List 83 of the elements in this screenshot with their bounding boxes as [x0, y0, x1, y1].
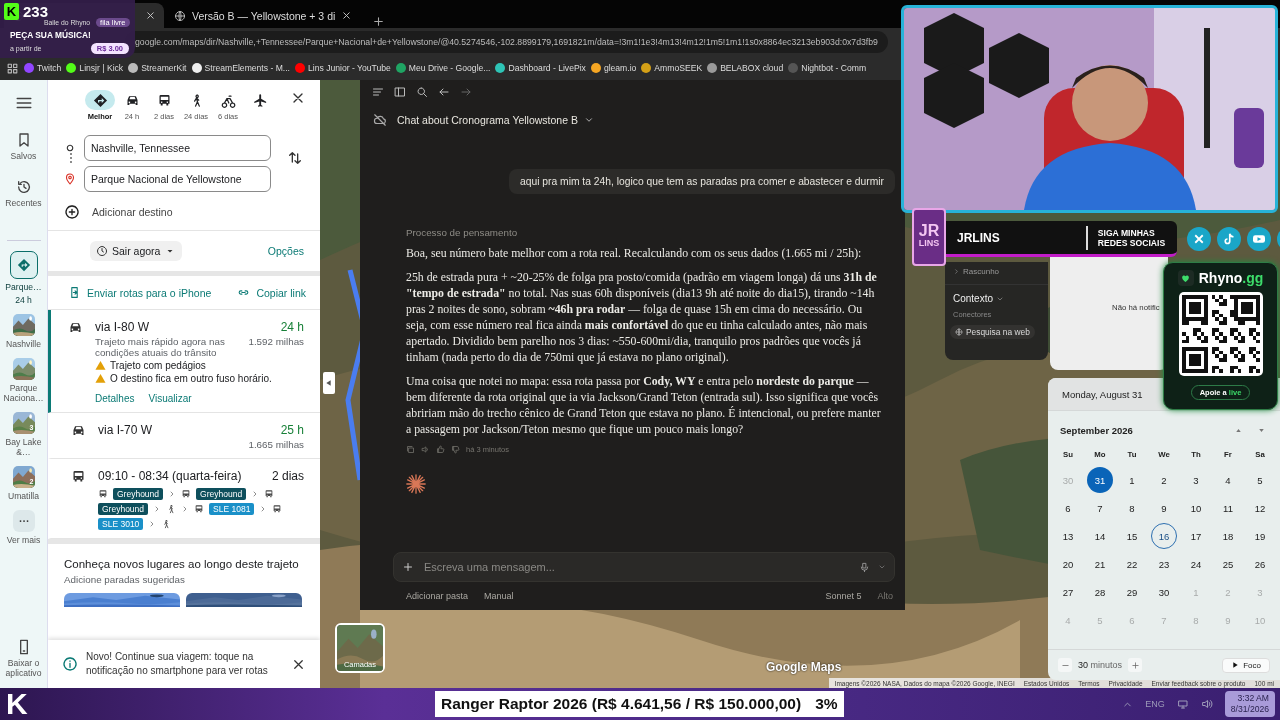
viewer-count: 233	[23, 3, 49, 20]
bookmark[interactable]: StreamElements - M...	[191, 63, 290, 73]
transit-line-badge: Greyhound	[113, 488, 164, 500]
new-tab-icon[interactable]	[372, 15, 386, 28]
browser-tab[interactable]: Versão B — Yellowstone + 3 di	[166, 3, 361, 28]
bookmark[interactable]: Meu Drive - Google...	[395, 63, 491, 73]
clock-button[interactable]: 3:32 AM 8/31/2026	[1224, 691, 1275, 717]
download-app-button[interactable]: Baixar o aplicativo	[0, 639, 47, 678]
close-icon[interactable]	[145, 10, 156, 21]
transit-line-badge: SLE 3010	[98, 518, 144, 530]
recent-trip[interactable]: Parque… 24 h	[0, 251, 47, 305]
route-description: Trajeto mais rápido agora nas condições atuais do trânsito	[95, 336, 226, 358]
section-subtitle: Adicione paradas sugeridas	[64, 574, 186, 585]
warning-text: O destino fica em outro fuso horário.	[110, 373, 272, 384]
route-title: 09:10 - 08:34 (quarta-feira)	[98, 469, 242, 483]
directions-icon	[16, 258, 31, 272]
route-duration: 2 dias	[271, 469, 304, 483]
airplane-icon	[252, 92, 268, 108]
add-icon	[64, 204, 80, 220]
bookmark[interactable]: Lins Junior - YouTube	[295, 63, 391, 73]
route-link[interactable]: Detalhes	[95, 393, 135, 404]
kick-logo: K	[4, 3, 19, 20]
info-icon	[62, 656, 78, 672]
send-to-phone-link[interactable]: Enviar rotas para o iPhone	[68, 286, 212, 299]
bookmark[interactable]: gleam.io	[590, 63, 637, 73]
origin-field[interactable]: Nashville, Tennessee	[84, 135, 271, 161]
transit-line-badge: Greyhound	[196, 488, 247, 500]
history-icon	[15, 179, 32, 195]
options-link[interactable]: Opções	[267, 245, 304, 257]
warning-icon	[95, 373, 106, 384]
section-title: Conheça novos lugares ao longo deste trajeto	[64, 558, 300, 570]
language-indicator[interactable]: ENG	[1145, 699, 1165, 709]
network-icon[interactable]	[1176, 698, 1189, 710]
transit-line-badge: Greyhound	[98, 503, 149, 515]
origin-icon	[64, 142, 76, 154]
destination-pin-icon	[64, 173, 76, 185]
bookmark[interactable]: BELABOX cloud	[707, 63, 784, 73]
close-icon[interactable]	[341, 10, 353, 21]
bookmark[interactable]: Twitch	[24, 63, 62, 73]
bus-icon	[98, 489, 108, 499]
depart-time-button[interactable]: Sair agora	[90, 241, 183, 261]
bus-icon	[71, 469, 86, 484]
recent-trip[interactable]: Parque Naciona…	[0, 358, 47, 403]
bicycle-icon	[220, 92, 236, 108]
apps-icon[interactable]	[6, 61, 19, 75]
volume-icon[interactable]	[1200, 698, 1213, 710]
destination-field[interactable]: Parque Nacional de Yellowstone	[84, 166, 271, 192]
route-duration: 25 h	[280, 423, 304, 437]
swap-icon[interactable]	[287, 150, 303, 166]
bookmark[interactable]: Nightbot - Comm	[788, 63, 867, 73]
bus-icon	[181, 489, 192, 499]
bookmark[interactable]: Dashboard - LivePix	[495, 63, 586, 73]
more-button[interactable]: Ver mais	[0, 510, 47, 545]
widget-headline: PEÇA SUA MÚSICA!	[9, 30, 92, 40]
phone-icon	[68, 286, 81, 299]
bus-icon	[194, 504, 205, 514]
car-icon	[68, 320, 83, 335]
bookmark[interactable]: Linsjr | Kick	[66, 63, 124, 73]
car-icon	[71, 423, 86, 438]
directions-icon	[92, 92, 108, 108]
goal-percent: 3%	[815, 695, 838, 713]
goal-title: Ranger Raptor 2026 (R$ 4.641,56 / R$ 150.000,00)	[441, 695, 802, 713]
transit-line-badge: SLE 1081	[209, 503, 255, 515]
recent-trip[interactable]: Nashville	[0, 314, 47, 349]
add-destination-button[interactable]: Adicionar destino	[92, 206, 173, 218]
route-duration: 24 h	[280, 320, 304, 334]
rail-button[interactable]: Recentes	[0, 179, 47, 208]
bookmark[interactable]: StreamerKit	[128, 63, 187, 73]
copy-link-button[interactable]: Copiar link	[237, 286, 306, 299]
bookmark[interactable]: AmmoSEEK	[641, 63, 703, 73]
bus-icon	[272, 504, 283, 514]
route-title: via I-70 W	[98, 423, 152, 437]
route-link[interactable]: Visualizar	[148, 393, 192, 404]
notice-text: Novo! Continue sua viagem: toque na notificação no smartphone para ver rotas	[86, 650, 269, 678]
rail-button[interactable]: Salvos	[0, 132, 47, 161]
route-distance: 1.665 milhas	[248, 439, 304, 450]
bus-icon	[264, 489, 275, 499]
route-title: via I-80 W	[95, 320, 149, 334]
clock-icon	[96, 245, 108, 257]
kick-logo: K	[5, 688, 29, 720]
warning-text: Trajeto com pedágios	[110, 360, 206, 371]
route-distance: 1.592 milhas	[248, 336, 304, 347]
warning-icon	[95, 360, 106, 371]
